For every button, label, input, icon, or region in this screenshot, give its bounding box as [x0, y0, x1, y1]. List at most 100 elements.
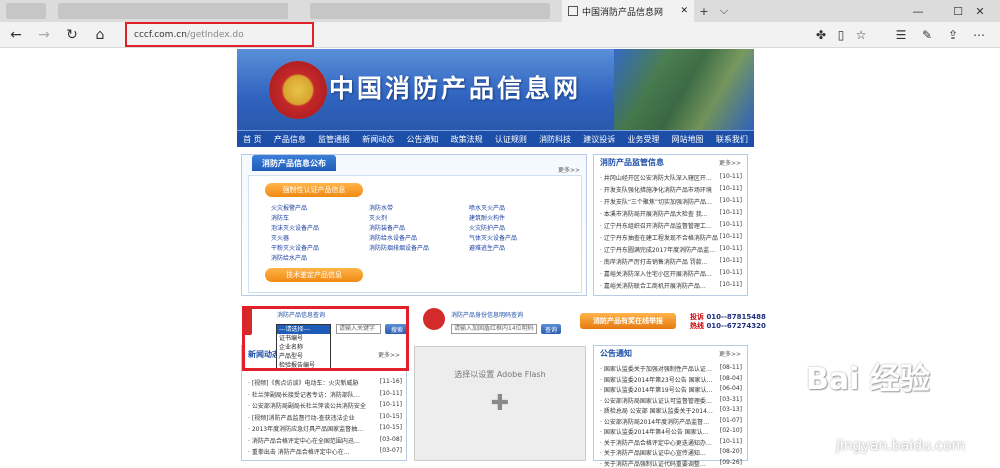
list-item-date: [10-11]: [719, 197, 742, 204]
list-item[interactable]: · 开发支队强化措施净化消防产品市场环境 [10-11]: [600, 185, 742, 194]
announce-tab[interactable]: 消防产品信息公布: [252, 155, 336, 171]
list-item-text: · 公安部消防局副局长杜兰萍谈公共消防安全: [248, 403, 366, 410]
list-item[interactable]: · 开发支队“三个聚焦”切实加强消防产品… [10-11]: [600, 197, 742, 206]
forward-button[interactable]: →: [34, 25, 54, 45]
list-item[interactable]: · 公安部消防局副局长杜兰萍谈公共消防安全 [10-11]: [248, 401, 402, 410]
product-category-link[interactable]: 火灾防护产品: [469, 223, 505, 232]
list-item[interactable]: · 本溪市消防局开展消防产品大检查 我… [10-11]: [600, 209, 742, 218]
id-query-button[interactable]: 查询: [541, 324, 561, 334]
blurred-tab[interactable]: [6, 3, 46, 19]
nav-item[interactable]: 监管通报: [318, 134, 350, 145]
more-link[interactable]: 更多>>: [558, 165, 580, 174]
product-category-link[interactable]: 灭火器: [271, 233, 289, 242]
product-category-link[interactable]: 消防水带: [369, 203, 393, 212]
chevron-down-icon[interactable]: ⌵: [714, 0, 734, 22]
close-window-button[interactable]: ✕: [960, 0, 1000, 22]
list-item[interactable]: · 辽宁丹东圆满完成2017年度消防产品监… [10-11]: [600, 245, 742, 254]
close-icon[interactable]: ✕: [680, 6, 688, 16]
product-category-link[interactable]: 喷水灭火产品: [469, 203, 505, 212]
favorite-star-icon[interactable]: ☆: [852, 26, 870, 44]
list-item[interactable]: · 嘉峪关消防深入住宅小区开展消防产品… [10-11]: [600, 269, 742, 278]
more-icon[interactable]: ⋯: [970, 26, 988, 44]
tech-header[interactable]: 技术鉴定产品信息: [265, 268, 363, 282]
product-category-link[interactable]: 避难逃生产品: [469, 243, 505, 252]
list-item[interactable]: · 国家认监委2014年第4号公告 国家认… [02-10]: [600, 427, 742, 436]
address-bar[interactable]: cccf.com.cn/getIndex.do: [125, 22, 314, 47]
list-item-date: [03-31]: [719, 395, 742, 403]
favorites-hub-icon[interactable]: ☰: [892, 26, 910, 44]
list-item-date: [10-15]: [379, 412, 402, 420]
list-item-text: · 重拳出击 消防产品合格评定中心在…: [248, 449, 350, 456]
list-item[interactable]: · 重拳出击 消防产品合格评定中心在… [03-07]: [248, 447, 402, 456]
nav-item[interactable]: 建议投诉: [583, 134, 615, 145]
list-item[interactable]: · 南岸消防严厉打击销售消防产品 罚款… [10-11]: [600, 257, 742, 266]
refresh-button[interactable]: ↻: [62, 25, 82, 45]
list-item[interactable]: · 辽宁丹东组织召开消防产品监督管理工… [10-11]: [600, 221, 742, 230]
back-button[interactable]: ←: [6, 25, 26, 45]
list-item[interactable]: · 国家认监委2014年第23号公告 国家认… [08-04]: [600, 375, 742, 384]
nav-item[interactable]: 业务受理: [627, 134, 659, 145]
report-button[interactable]: 消防产品有奖在线举报: [580, 313, 676, 329]
product-category-link[interactable]: 灭火剂: [369, 213, 387, 222]
nav-item[interactable]: 认证规则: [495, 134, 527, 145]
home-button[interactable]: ⌂: [90, 25, 110, 45]
nav-item[interactable]: 网站地图: [672, 134, 704, 145]
nav-item[interactable]: 产品信息: [274, 134, 306, 145]
puzzle-icon: ✚: [490, 391, 510, 416]
list-item[interactable]: · 关于消防产品强制认证代码重要调整… [09-26]: [600, 459, 742, 468]
product-category-link[interactable]: 消防给水产品: [271, 253, 307, 262]
nav-item[interactable]: 公告通知: [406, 134, 438, 145]
nav-item[interactable]: 政策法规: [451, 134, 483, 145]
list-item[interactable]: · [视频]消防产品监督行动-查获违法企业 [10-15]: [248, 413, 402, 422]
pen-icon[interactable]: ✎: [918, 26, 936, 44]
reading-view-icon[interactable]: ▯: [832, 26, 850, 44]
list-item-text: · 辽宁丹东抽查在建工程发现不合格消防产品: [600, 235, 718, 242]
list-item-date: [08-04]: [719, 374, 742, 382]
product-category-link[interactable]: 消防给水设备产品: [369, 233, 417, 242]
blurred-tab[interactable]: [58, 3, 288, 19]
product-category-link[interactable]: 建筑耐火构件: [469, 213, 505, 222]
product-category-link[interactable]: 火灾报警产品: [271, 203, 307, 212]
nav-item[interactable]: 联系我们: [716, 134, 748, 145]
list-item[interactable]: · 关于消防产品国家认证中心宣传通知… [08-20]: [600, 448, 742, 457]
list-item[interactable]: · 国家认监委2014年第19号公告 国家认… [06-04]: [600, 385, 742, 394]
list-item[interactable]: · 关于消防产品合格评定中心更迭通知办… [10-11]: [600, 438, 742, 447]
list-item[interactable]: · 嘉峪关消防联合工商机开展消防产品… [10-11]: [600, 281, 742, 290]
product-category-link[interactable]: 泡沫灭火设备产品: [271, 223, 319, 232]
blurred-tab[interactable]: [310, 3, 550, 19]
share-icon[interactable]: ⇪: [944, 26, 962, 44]
product-category-link[interactable]: 消防防烟排烟设备产品: [369, 243, 429, 252]
product-category-link[interactable]: 消防车: [271, 213, 289, 222]
nav-item[interactable]: 消防科技: [539, 134, 571, 145]
new-tab-button[interactable]: +: [694, 0, 714, 22]
list-item[interactable]: · 2013年度消防应急灯具产品国家监督抽… [10-15]: [248, 424, 402, 433]
list-item[interactable]: · 公安部消防局国家认证认可监督管理委… [03-31]: [600, 396, 742, 405]
more-link[interactable]: 更多>>: [719, 349, 741, 358]
list-item[interactable]: · 质检总局 公安部 国家认监委关于2014… [03-13]: [600, 406, 742, 415]
list-item[interactable]: · 国家认监委关于加强对强制性产品认证… [08-11]: [600, 364, 742, 373]
product-category-link[interactable]: 消防装备产品: [369, 223, 405, 232]
product-category-link[interactable]: 干粉灭火设备产品: [271, 243, 319, 252]
list-item-text: · 国家认监委2014年第19号公告 国家认…: [600, 387, 713, 394]
list-item[interactable]: · 公安部消防局2014年度消防产品监督… [01-07]: [600, 417, 742, 426]
product-category-link[interactable]: 气体灭火设备产品: [469, 233, 517, 242]
flash-text: 选择以设置 Adobe Flash: [454, 370, 546, 379]
list-item-date: [10-15]: [379, 424, 402, 431]
list-item[interactable]: · 井冈山经开区公安消防大队深入辖区开… [10-11]: [600, 173, 742, 182]
active-tab[interactable]: 中国消防产品信息网 ✕: [562, 0, 694, 22]
list-item[interactable]: · 消防产品合格评定中心在全国范围内迅… [03-08]: [248, 436, 402, 445]
list-item[interactable]: · 杜兰萍副局长接受记者专访：消防部队… [10-11]: [248, 390, 402, 399]
nav-item[interactable]: 新闻动态: [362, 134, 394, 145]
cert-header[interactable]: 强制性认证产品信息: [265, 183, 363, 197]
extension-icon[interactable]: ✤: [812, 26, 830, 44]
id-code-input[interactable]: 请输入加固盾红框内14位明码: [451, 324, 537, 334]
list-item[interactable]: · [视频]《焦点访谈》电动车：火灾新威胁 [11-16]: [248, 378, 402, 387]
flash-placeholder[interactable]: 选择以设置 Adobe Flash ✚: [414, 346, 586, 461]
minimize-button[interactable]: —: [898, 0, 938, 22]
list-item-text: · 国家认监委关于加强对强制性产品认证…: [600, 366, 712, 373]
list-item-date: [10-11]: [719, 209, 742, 216]
list-item-date: [08-11]: [719, 364, 742, 371]
list-item[interactable]: · 辽宁丹东抽查在建工程发现不合格消防产品 [10-11]: [600, 233, 742, 242]
nav-item[interactable]: 首 页: [243, 134, 262, 145]
more-link[interactable]: 更多>>: [719, 158, 741, 167]
